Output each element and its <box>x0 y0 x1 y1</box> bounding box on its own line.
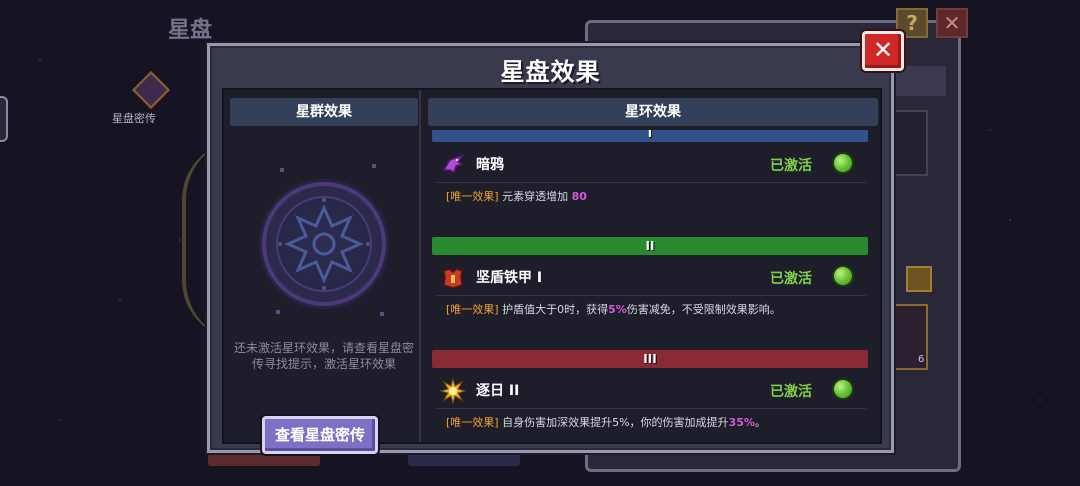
description-text: 伤害减免，不受限制效果影响。 <box>626 303 781 316</box>
ring-status-label: 已激活 <box>770 158 812 174</box>
ring-effects-list[interactable]: I 暗鸦 已激活 [唯一效果] 元素穿透增加 80 II 坚盾铁甲 I 已激活 … <box>428 130 878 442</box>
page-title: 星盘 <box>168 18 213 43</box>
background-close-button[interactable]: ✕ <box>936 8 968 38</box>
sun-icon <box>440 378 466 404</box>
dialog-title: 星盘效果 <box>500 58 601 86</box>
highlight-value: 80 <box>571 190 587 203</box>
sparkle-icon <box>380 312 384 316</box>
ring-tier-bar-2: II <box>432 237 868 255</box>
divider <box>436 295 866 296</box>
active-indicator-icon <box>832 152 854 174</box>
ring-effects-header: 星环效果 <box>428 98 878 126</box>
astrolabe-lore-label: 星盘密传 <box>112 112 156 125</box>
slot-count: 6 <box>918 354 925 365</box>
constellation-effects-header: 星群效果 <box>230 98 418 126</box>
star-emblem-icon <box>278 198 370 290</box>
divider <box>436 408 866 409</box>
highlight-value: 5% <box>608 303 627 316</box>
description-text: 元素穿透增加 <box>502 190 569 203</box>
sparkle-icon <box>276 310 280 314</box>
ring-effect-description: [唯一效果] 护盾值大于0时，获得5%伤害减免，不受限制效果影响。 <box>446 301 781 317</box>
ring-effect-description: [唯一效果] 元素穿透增加 80 <box>446 188 587 204</box>
background-item-slot[interactable] <box>888 110 928 176</box>
view-lore-button[interactable]: 查看星盘密传 <box>262 416 378 454</box>
sparkle-icon <box>280 168 284 172</box>
inactive-hint: 还未激活星环效果，请查看星盘密传寻找提示，激活星环效果 <box>233 341 414 371</box>
dialog-body: 星群效果 还未激活星环效果，请查看星盘密传寻找提示，激活星环效果 查看星盘密传 … <box>222 88 882 454</box>
ring-tier-bar-1: I <box>432 130 868 142</box>
unique-effect-tag: [唯一效果] <box>446 190 499 203</box>
ring-effect-name: 逐日 II <box>476 383 520 399</box>
description-text: 护盾值大于0时，获得 <box>502 303 609 316</box>
highlight-value: 35% <box>728 416 755 429</box>
coin-icon <box>906 266 932 292</box>
sparkle-icon <box>372 164 376 168</box>
ring-effect-name: 暗鸦 <box>476 157 504 173</box>
active-indicator-icon <box>832 265 854 287</box>
ring-effect-name: 坚盾铁甲 I <box>476 270 543 286</box>
side-tab[interactable] <box>0 96 8 142</box>
dialog-close-button[interactable]: ✕ <box>862 31 904 71</box>
unique-effect-tag: [唯一效果] <box>446 416 499 429</box>
active-indicator-icon <box>832 378 854 400</box>
description-text: 。 <box>754 416 766 429</box>
ring-effect-description: [唯一效果] 自身伤害加深效果提升5%，你的伤害加成提升35%。 <box>446 414 766 430</box>
ring-tier-bar-3: III <box>432 350 868 368</box>
crow-icon <box>442 154 464 174</box>
ring-status-label: 已激活 <box>770 384 812 400</box>
astrolabe-effects-dialog: 星盘效果 星群效果 还未激活星环效果，请查看星盘密传寻找提示，激活星环效果 查看… <box>207 43 894 454</box>
description-text: 自身伤害加深效果提升5%，你的伤害加成提升 <box>502 416 729 429</box>
constellation-disc <box>262 182 386 306</box>
divider <box>436 182 866 183</box>
column-divider <box>419 90 421 442</box>
ring-status-label: 已激活 <box>770 271 812 287</box>
unique-effect-tag: [唯一效果] <box>446 303 499 316</box>
armor-icon <box>443 268 463 289</box>
